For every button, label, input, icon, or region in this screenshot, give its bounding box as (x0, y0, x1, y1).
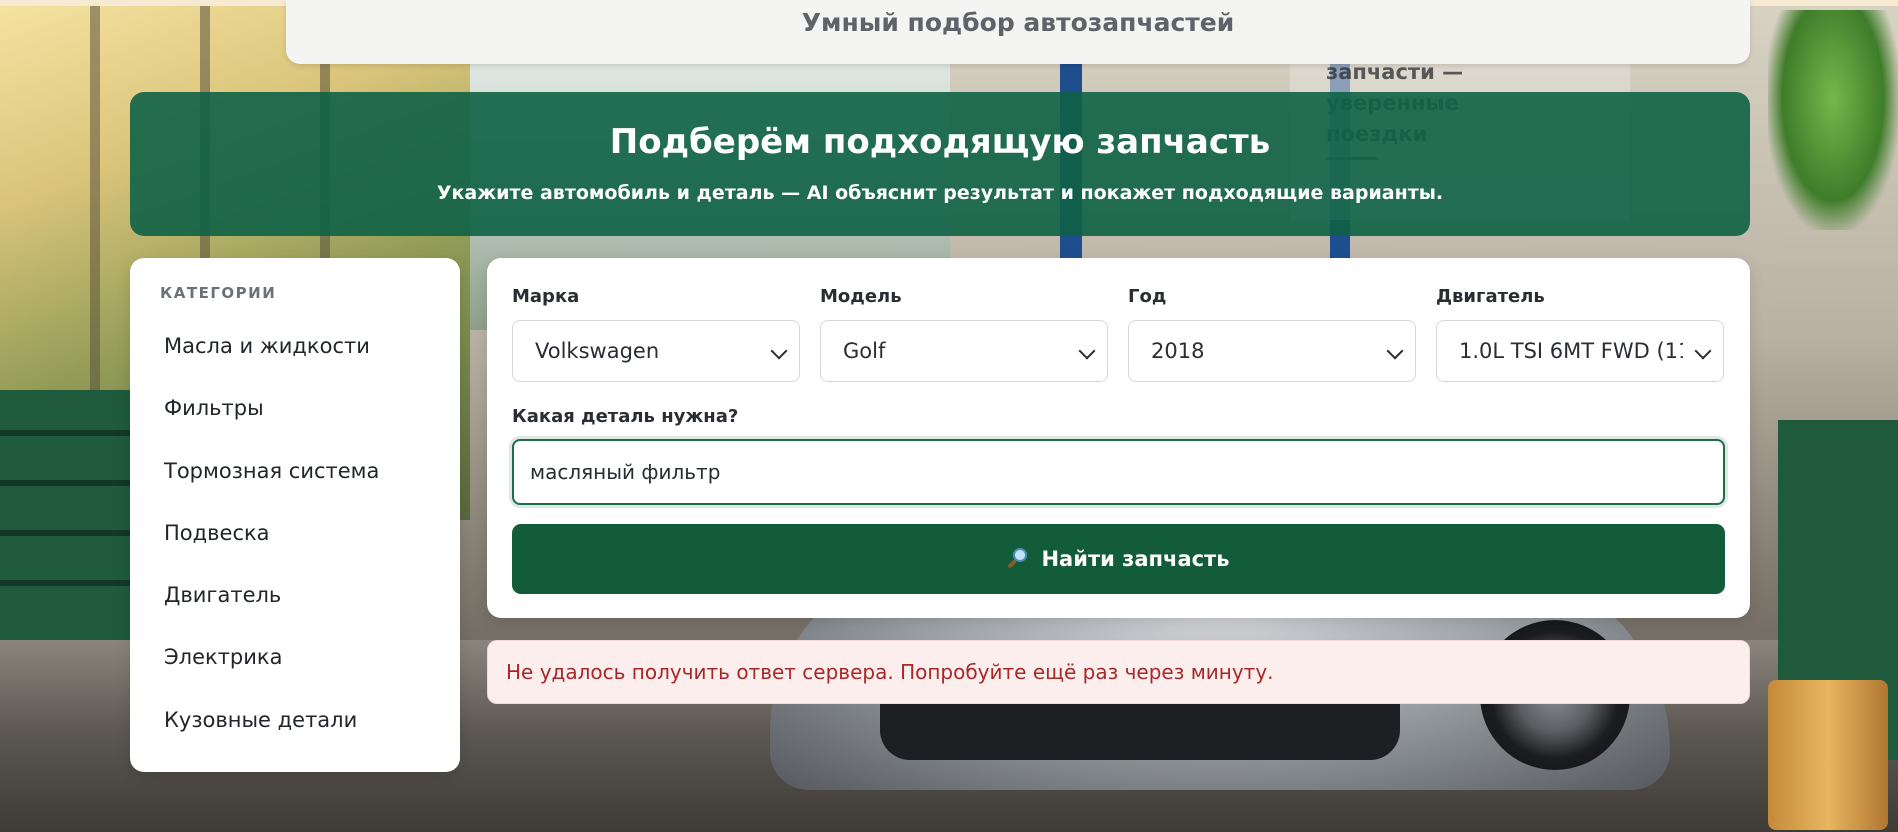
year-select-value: 2018 (1151, 339, 1205, 363)
model-label: Модель (820, 286, 902, 307)
part-input[interactable] (512, 439, 1725, 505)
part-search-form: Марка Модель Год Двигатель Volkswagen Go… (487, 258, 1750, 618)
part-label: Какая деталь нужна? (512, 406, 739, 427)
make-select-value: Volkswagen (535, 339, 660, 363)
category-body-parts[interactable]: Кузовные детали (164, 694, 379, 756)
category-oils-fluids[interactable]: Масла и жидкости (164, 320, 379, 382)
chevron-down-icon (770, 342, 788, 360)
engine-select-value: 1.0L TSI 6MT FWD (110 (1459, 339, 1683, 363)
model-select-value: Golf (843, 339, 886, 363)
error-alert: Не удалось получить ответ сервера. Попро… (487, 640, 1750, 704)
category-engine[interactable]: Двигатель (164, 569, 379, 631)
model-select[interactable]: Golf (820, 320, 1108, 382)
make-label: Марка (512, 286, 580, 307)
chevron-down-icon (1694, 342, 1712, 360)
hero-banner: Подберём подходящую запчасть Укажите авт… (130, 92, 1750, 236)
category-list: Масла и жидкости Фильтры Тормозная систе… (164, 320, 379, 756)
category-suspension[interactable]: Подвеска (164, 507, 379, 569)
make-select[interactable]: Volkswagen (512, 320, 800, 382)
year-label: Год (1128, 286, 1167, 307)
chevron-down-icon (1386, 342, 1404, 360)
engine-label: Двигатель (1436, 286, 1545, 307)
site-title: Умный подбор автозапчастей (801, 8, 1235, 37)
magnifier-icon (1007, 547, 1031, 571)
category-brakes[interactable]: Тормозная система (164, 445, 379, 507)
hero-subtitle: Укажите автомобиль и деталь — AI объясни… (436, 182, 1444, 204)
categories-sidebar: КАТЕГОРИИ Масла и жидкости Фильтры Тормо… (130, 258, 460, 772)
top-header-bar: Умный подбор автозапчастей (286, 0, 1750, 64)
error-message: Не удалось получить ответ сервера. Попро… (506, 660, 1274, 684)
chevron-down-icon (1078, 342, 1096, 360)
hero-title: Подберём подходящую запчасть (609, 122, 1271, 162)
find-part-button-label: Найти запчасть (1041, 547, 1230, 571)
engine-select[interactable]: 1.0L TSI 6MT FWD (110 (1436, 320, 1724, 382)
category-electrics[interactable]: Электрика (164, 631, 379, 693)
year-select[interactable]: 2018 (1128, 320, 1416, 382)
categories-heading: КАТЕГОРИИ (160, 284, 277, 302)
find-part-button[interactable]: Найти запчасть (512, 524, 1725, 594)
category-filters[interactable]: Фильтры (164, 382, 379, 444)
